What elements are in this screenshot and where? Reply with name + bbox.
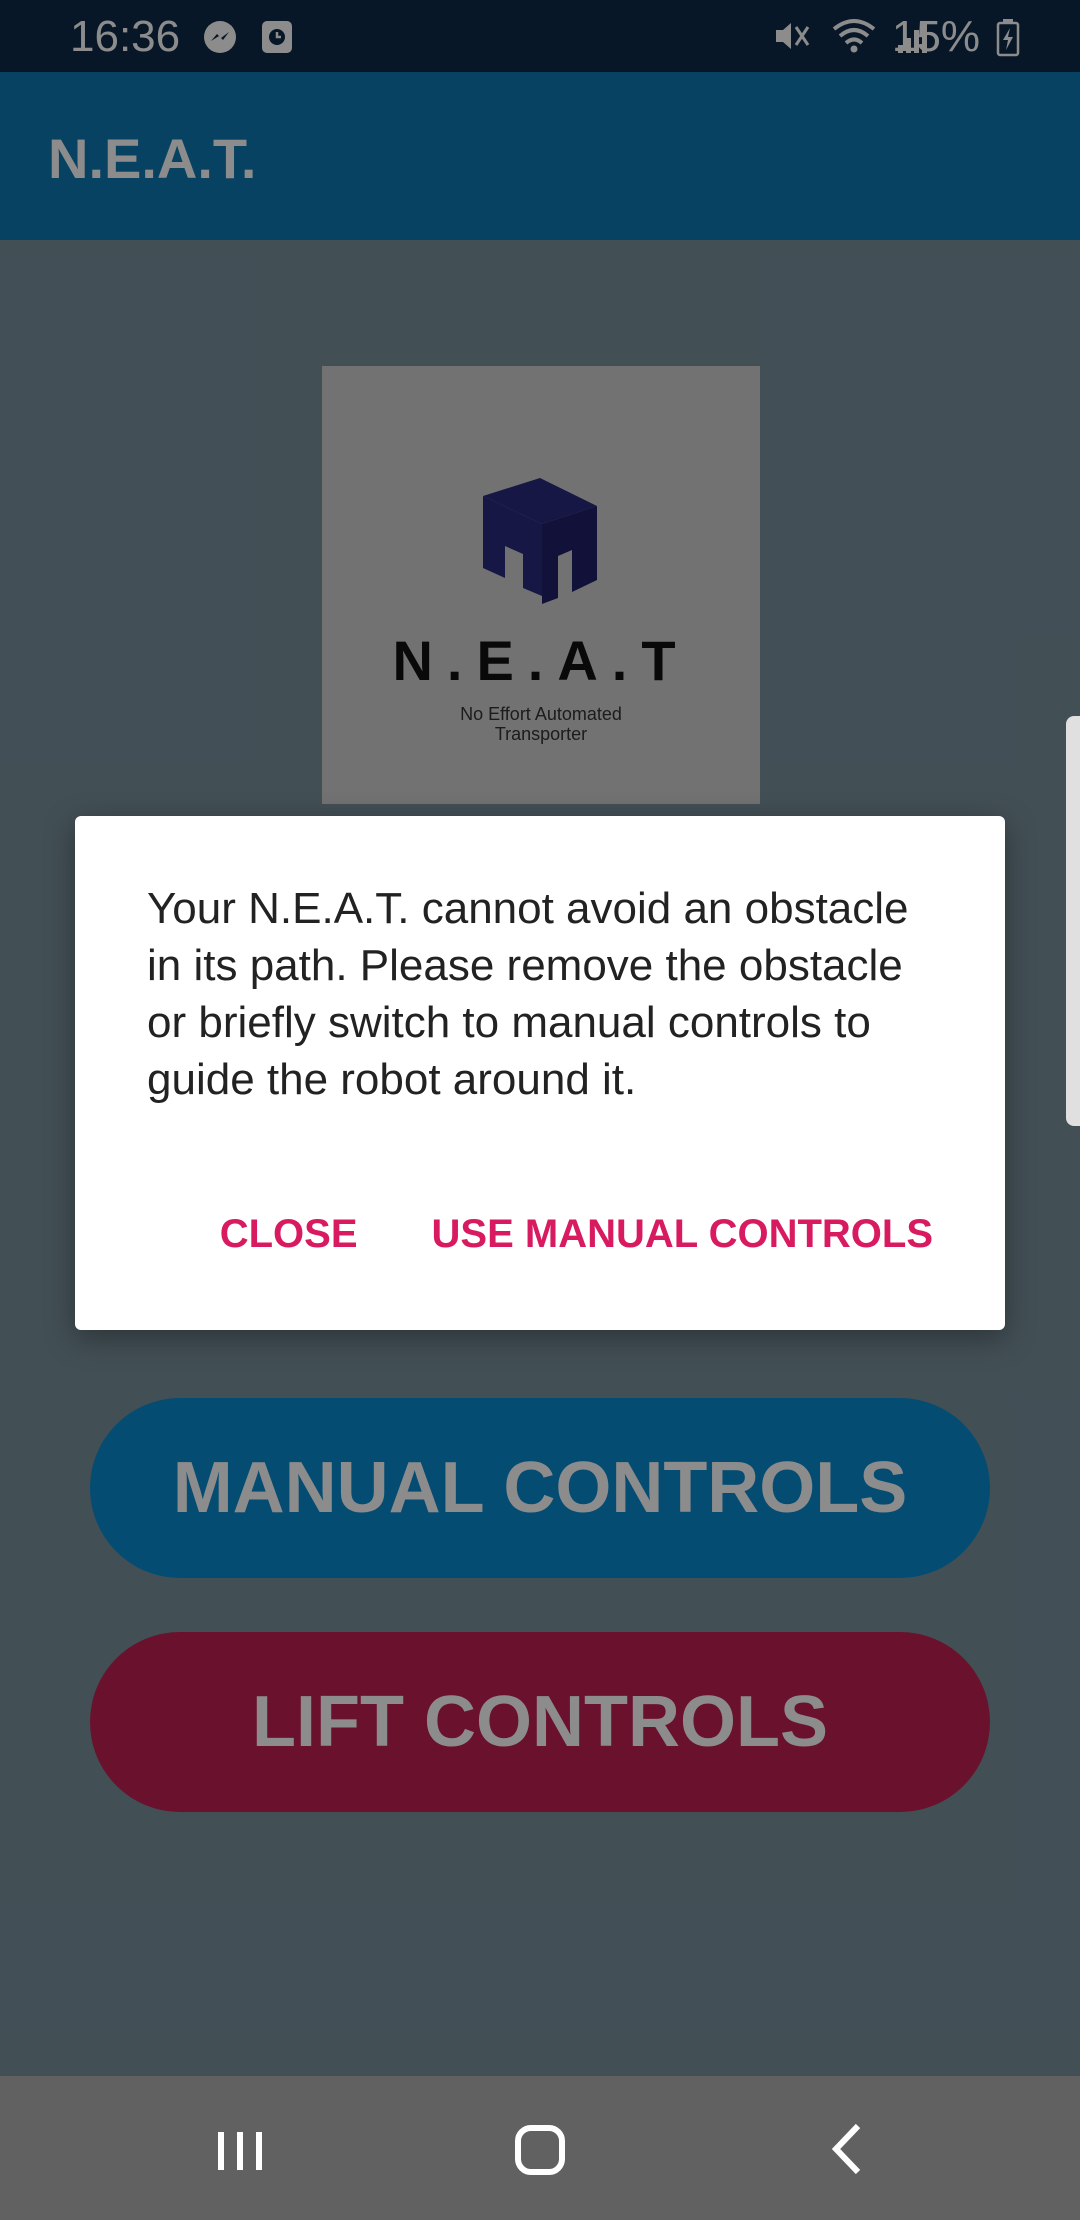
use-manual-controls-button[interactable]: USE MANUAL CONTROLS — [432, 1212, 933, 1257]
navigation-bar — [0, 2076, 1080, 2220]
back-icon[interactable] — [808, 2114, 888, 2184]
home-icon[interactable] — [500, 2114, 580, 2184]
dialog-actions: CLOSE USE MANUAL CONTROLS — [220, 1212, 933, 1257]
recents-icon[interactable] — [200, 2114, 280, 2184]
edge-panel-handle[interactable] — [1066, 716, 1080, 1126]
obstacle-alert-dialog: Your N.E.A.T. cannot avoid an obstacle i… — [75, 816, 1005, 1330]
dialog-message: Your N.E.A.T. cannot avoid an obstacle i… — [147, 884, 909, 1104]
close-button[interactable]: CLOSE — [220, 1212, 358, 1257]
